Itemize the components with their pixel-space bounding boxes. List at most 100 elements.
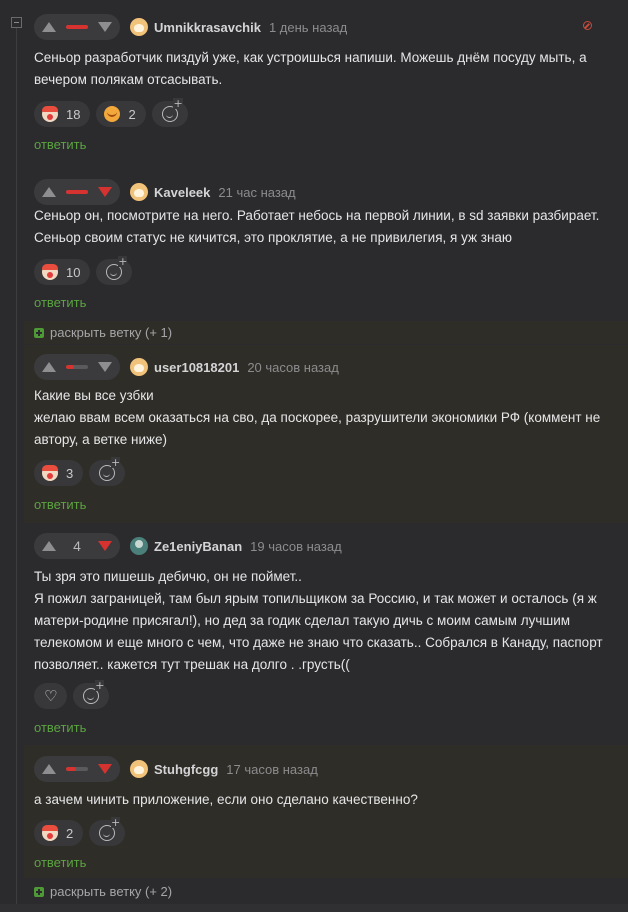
vote-control (34, 756, 120, 782)
comment-text: Сеньор он, посмотрите на него. Работает … (34, 205, 612, 249)
add-reaction-icon (99, 817, 121, 841)
avatar[interactable] (130, 760, 148, 778)
plus-icon (34, 327, 44, 338)
rating-bar (66, 25, 88, 29)
expand-thread-button[interactable]: раскрыть ветку (+ 2) (24, 880, 628, 903)
author-name[interactable]: Kaveleek (154, 185, 210, 200)
reply-link[interactable]: ответить (34, 137, 86, 152)
vote-control (34, 179, 120, 205)
add-reaction-button[interactable] (151, 98, 188, 127)
smiling-face-icon (104, 106, 121, 122)
rating-bar (66, 767, 88, 771)
upvote-arrow-icon[interactable] (42, 22, 56, 32)
comment-text: Сеньор разработчик пиздуй уже, как устро… (34, 47, 612, 91)
reactions: 18 2 (34, 98, 194, 127)
comment-text-line: телекомом и еще много с чем, что даже не… (34, 635, 603, 650)
timestamp[interactable]: 20 часов назад (247, 360, 339, 375)
comment-text-line: Сеньор своим статус не кичится, это прок… (34, 230, 513, 245)
author-name[interactable]: Stuhgfcgg (154, 762, 218, 777)
add-reaction-button[interactable] (73, 680, 110, 709)
author-name[interactable]: Umnikkrasavchik (154, 20, 261, 35)
add-reaction-button[interactable] (89, 817, 126, 846)
comment-text: Какие вы все узбки желаю ввам всем оказа… (34, 385, 612, 451)
avatar[interactable] (130, 18, 148, 36)
timestamp[interactable]: 21 час назад (218, 185, 295, 200)
reactions: 3 (34, 457, 131, 486)
comment-header: Stuhgfcgg 17 часов назад (34, 755, 318, 783)
upvote-arrow-icon[interactable] (42, 764, 56, 774)
reactions: 2 (34, 817, 131, 846)
downvote-arrow-icon[interactable] (98, 541, 112, 551)
report-icon[interactable] (583, 21, 592, 30)
reaction-count: 3 (66, 465, 74, 481)
avatar[interactable] (130, 358, 148, 376)
downvote-arrow-icon[interactable] (98, 22, 112, 32)
reply-link[interactable]: ответить (34, 295, 86, 310)
reaction-chip[interactable]: 18 (34, 101, 91, 127)
add-reaction-icon (161, 98, 183, 122)
comment-text-line: Сеньор разработчик пиздуй уже, как устро… (34, 50, 587, 65)
expand-thread-button[interactable]: раскрыть ветку (+ 1) (24, 321, 628, 344)
reply-link[interactable]: ответить (34, 497, 86, 512)
rating-bar-fill (66, 25, 88, 29)
timestamp[interactable]: 1 день назад (269, 20, 347, 35)
reaction-chip[interactable]: 10 (34, 259, 91, 285)
reactions: ♡ (34, 680, 115, 709)
reply-link[interactable]: ответить (34, 855, 86, 870)
bottom-divider (0, 904, 628, 912)
upvote-arrow-icon[interactable] (42, 541, 56, 551)
rating-bar (66, 365, 88, 369)
comment-text-line: матери-родине присягал!), но дед за годи… (34, 613, 571, 628)
like-button[interactable]: ♡ (34, 683, 68, 709)
comment: Umnikkrasavchik 1 день назад Сеньор разр… (24, 0, 628, 165)
comment-text-line: Сеньор он, посмотрите на него. Работает … (34, 208, 600, 223)
clown-face-icon (42, 264, 58, 280)
downvote-arrow-icon[interactable] (98, 764, 112, 774)
heart-icon: ♡ (44, 687, 58, 705)
clown-face-icon (42, 106, 58, 122)
vote-control: 4 (34, 533, 120, 559)
rating-bar-fill (66, 365, 74, 369)
plus-icon (34, 886, 44, 897)
reaction-chip[interactable]: 3 (34, 460, 84, 486)
add-reaction-icon (106, 256, 128, 280)
clown-face-icon (42, 825, 58, 841)
upvote-arrow-icon[interactable] (42, 187, 56, 197)
add-reaction-button[interactable] (96, 256, 133, 285)
comment-text-line: вечером полякам отсасывать. (34, 72, 223, 87)
rating-bar (66, 190, 88, 194)
reaction-chip[interactable]: 2 (34, 820, 84, 846)
reaction-count: 10 (66, 264, 81, 280)
comment: user10818201 20 часов назад Какие вы все… (24, 345, 628, 523)
vote-control (34, 354, 120, 380)
thread-line (16, 28, 17, 912)
comment-header: 4 Ze1eniyBanan 19 часов назад (34, 532, 342, 560)
author-name[interactable]: user10818201 (154, 360, 239, 375)
rating-bar-fill (66, 190, 88, 194)
comment-header: user10818201 20 часов назад (34, 353, 339, 381)
avatar[interactable] (130, 537, 148, 555)
comment-text: а зачем чинить приложение, если оно сдел… (34, 789, 612, 811)
comment: Stuhgfcgg 17 часов назад а зачем чинить … (24, 745, 628, 878)
comment-text-line: Ты зря это пишешь дебичю, он не поймет.. (34, 569, 302, 584)
downvote-arrow-icon[interactable] (98, 187, 112, 197)
vote-control (34, 14, 120, 40)
author-name[interactable]: Ze1eniyBanan (154, 539, 242, 554)
add-reaction-button[interactable] (89, 457, 126, 486)
timestamp[interactable]: 19 часов назад (250, 539, 342, 554)
expand-thread-label: раскрыть ветку (+ 2) (50, 884, 173, 899)
upvote-arrow-icon[interactable] (42, 362, 56, 372)
avatar[interactable] (130, 183, 148, 201)
comment-text-line: а зачем чинить приложение, если оно сдел… (34, 792, 418, 807)
timestamp[interactable]: 17 часов назад (226, 762, 318, 777)
collapse-thread-button[interactable] (11, 17, 22, 28)
comment-header: Umnikkrasavchik 1 день назад (34, 13, 347, 41)
reaction-chip[interactable]: 2 (96, 101, 146, 127)
reactions: 10 (34, 256, 138, 285)
downvote-arrow-icon[interactable] (98, 362, 112, 372)
rating-bar-fill (66, 767, 76, 771)
comment-header: Kaveleek 21 час назад (34, 178, 296, 206)
add-reaction-icon (83, 680, 105, 704)
reply-link[interactable]: ответить (34, 720, 86, 735)
reaction-count: 2 (66, 825, 74, 841)
